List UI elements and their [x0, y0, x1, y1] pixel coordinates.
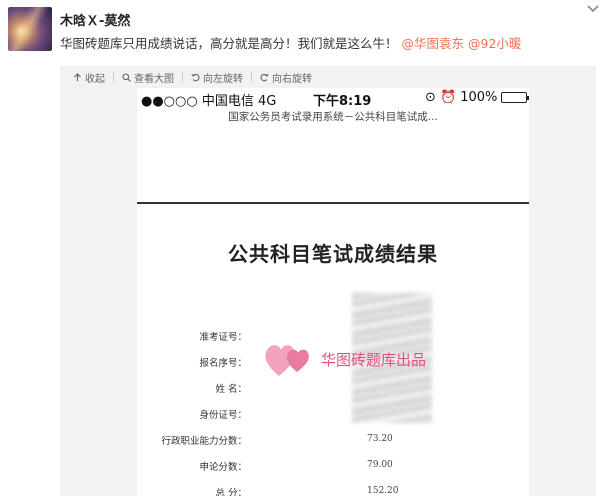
collapse-icon — [74, 72, 81, 81]
post-text: 华图砖题库只用成绩说话，高分就是高分！我们就是这么牛！ @华图袁东 @92小暖 — [60, 33, 521, 52]
field-label: 身份证号： — [199, 410, 247, 421]
field-value: 79.00 — [367, 460, 393, 470]
screenshot-image[interactable]: ●●○○○ 中国电信 4G 下午8:19 ⊙ ⏰ 100% ϟ 国家公务员考试录… — [137, 88, 529, 496]
rotate-left-icon — [191, 73, 200, 81]
toolbar-divider — [182, 72, 183, 82]
chevron-down-icon[interactable] — [586, 4, 600, 14]
view-large-button[interactable]: 查看大图 — [122, 70, 174, 85]
watermark-text: 华图砖题库出品 — [321, 350, 427, 369]
battery-icon — [501, 92, 529, 103]
post-body: 华图砖题库只用成绩说话，高分就是高分！我们就是这么牛！ — [60, 36, 398, 51]
field-label: 准考证号： — [199, 332, 247, 343]
toolbar-divider — [113, 72, 114, 82]
time-text: 下午8:19 — [313, 94, 372, 109]
field-label: 申论分数： — [199, 462, 247, 473]
heart-icon — [265, 345, 309, 376]
media-panel: 收起 查看大图 向左旋转 向右旋转 ●●○○○ 中国电信 4G 下午8:19 ⊙… — [60, 66, 596, 496]
battery-area: ⊙ ⏰ 100% ϟ — [425, 90, 529, 105]
status-icons: ⊙ ⏰ — [425, 90, 457, 105]
system-title: 国家公务员考试录用系统－公共科目笔试成... — [228, 111, 438, 123]
collapse-button[interactable]: 收起 — [73, 70, 105, 85]
media-toolbar: 收起 查看大图 向左旋转 向右旋转 — [60, 66, 596, 88]
toolbar-divider — [251, 72, 252, 82]
rotate-right-icon — [260, 73, 269, 81]
divider — [137, 202, 529, 204]
battery-percent: 100% — [460, 90, 498, 105]
phone-status-bar: ●●○○○ 中国电信 4G 下午8:19 ⊙ ⏰ 100% ϟ — [137, 88, 529, 109]
field-label: 总 分： — [215, 488, 247, 496]
rotate-left-button[interactable]: 向左旋转 — [191, 70, 243, 85]
view-large-label: 查看大图 — [134, 73, 174, 85]
mention-link[interactable]: @华图袁东 — [402, 36, 465, 51]
username[interactable]: 木晗Ｘ-莫然 — [60, 10, 130, 29]
field-label: 行政职业能力分数： — [161, 436, 247, 447]
result-title: 公共科目笔试成绩结果 — [228, 242, 438, 266]
mention-link[interactable]: @92小暖 — [468, 36, 521, 51]
field-value: 73.20 — [367, 434, 393, 444]
rotate-right-button[interactable]: 向右旋转 — [260, 70, 312, 85]
carrier-text: ●●○○○ 中国电信 4G — [141, 94, 277, 109]
field-label: 报名序号： — [199, 358, 247, 369]
magnify-icon — [122, 72, 131, 82]
rotate-right-label: 向右旋转 — [272, 73, 312, 85]
avatar[interactable] — [8, 7, 52, 51]
collapse-label: 收起 — [85, 73, 105, 85]
rotate-left-label: 向左旋转 — [203, 73, 243, 85]
watermark: 华图砖题库出品 — [263, 338, 426, 380]
field-value: 152.20 — [367, 486, 399, 496]
field-label: 姓 名： — [215, 384, 247, 395]
